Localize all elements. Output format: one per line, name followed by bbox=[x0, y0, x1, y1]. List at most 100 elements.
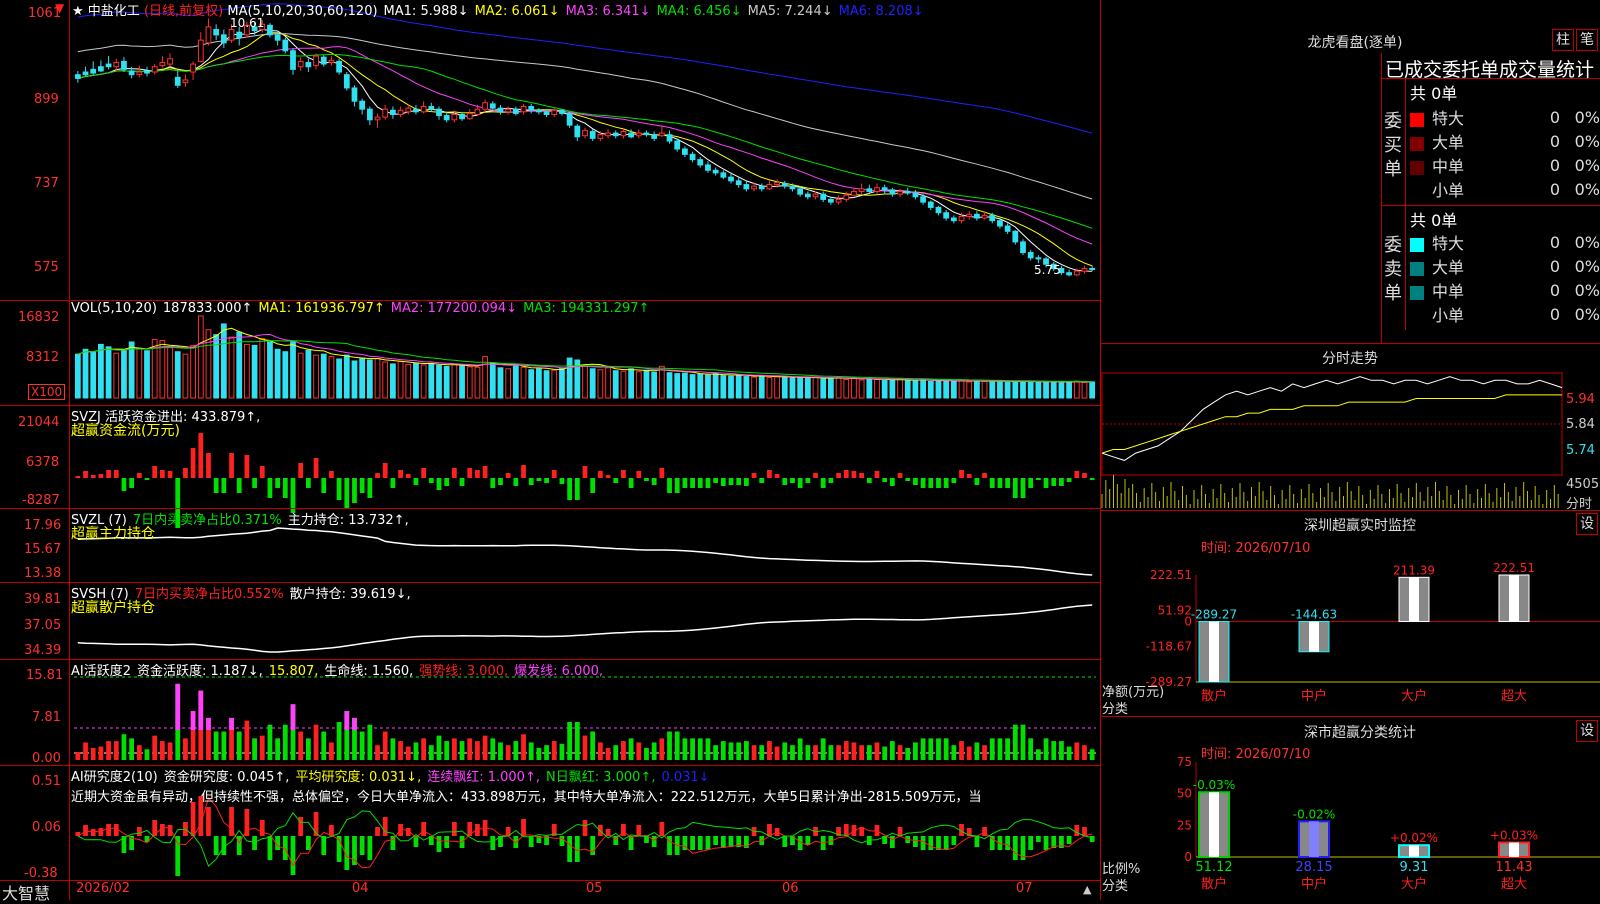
monitor-bar-highlight bbox=[1409, 577, 1419, 622]
volume-bar bbox=[1020, 381, 1026, 399]
monitor-axis-label: 222.51 bbox=[1150, 568, 1192, 582]
volume-bar bbox=[981, 380, 988, 399]
favorite-star-icon[interactable]: ★ bbox=[72, 4, 84, 19]
candle bbox=[482, 102, 488, 110]
activity-bar bbox=[459, 741, 465, 760]
volume-unit-badge[interactable]: X100 bbox=[28, 384, 66, 400]
column-view-button[interactable]: 柱 bbox=[1552, 29, 1574, 51]
lock-icon[interactable]: ▲ bbox=[1083, 883, 1091, 896]
volume-bar bbox=[628, 368, 634, 399]
stock-name[interactable]: 中盐化工 bbox=[88, 4, 140, 19]
fund-flow-bar bbox=[198, 433, 204, 478]
volume-bar bbox=[113, 352, 120, 399]
research-bar bbox=[582, 820, 588, 836]
fund-flow-bar bbox=[582, 466, 588, 478]
volume-bar bbox=[1081, 381, 1088, 399]
volume-bar bbox=[98, 343, 104, 399]
main-holding-line bbox=[77, 527, 1093, 576]
monitor-settings-button[interactable]: 设 bbox=[1576, 513, 1598, 535]
volume-bar bbox=[851, 377, 857, 399]
order-side-divider bbox=[1405, 78, 1406, 330]
chart-mode[interactable]: (日线,前复权) bbox=[144, 4, 223, 19]
candle bbox=[858, 188, 865, 192]
classify-settings-button[interactable]: 设 bbox=[1576, 720, 1598, 742]
candle bbox=[720, 172, 727, 178]
research-bar bbox=[382, 817, 388, 836]
volume-bar bbox=[1058, 382, 1065, 399]
candle bbox=[382, 108, 389, 118]
burst-bar bbox=[175, 683, 181, 730]
candle bbox=[528, 106, 535, 111]
volume-bar bbox=[789, 377, 796, 399]
sell-order-table: 特大 0 0% 大单 0 0% 中单 0 0% 小单 0 0% bbox=[1410, 230, 1600, 326]
monitor-title: 深圳超赢实时监控 bbox=[1304, 518, 1416, 534]
legend-item: 15.807, bbox=[268, 664, 319, 679]
order-count: 0 bbox=[1549, 155, 1560, 175]
fund-flow-bar bbox=[759, 478, 765, 483]
dragon-tiger-header: 龙虎看盘(逐单) bbox=[1307, 35, 1403, 51]
candle bbox=[236, 31, 243, 39]
research-bar bbox=[528, 836, 534, 847]
volume-bar bbox=[1035, 381, 1042, 399]
classify-change-label: +0.03% bbox=[1490, 829, 1538, 843]
activity-bar bbox=[720, 741, 726, 760]
candle bbox=[935, 206, 942, 214]
legend-item: MA5: 7.244↓ bbox=[747, 4, 833, 19]
volume-bar bbox=[174, 351, 181, 399]
activity-bar bbox=[897, 745, 903, 760]
activity-bar bbox=[997, 738, 1003, 760]
activity-bar bbox=[90, 747, 96, 760]
legend-item: 187833.000↑ bbox=[162, 301, 253, 316]
volume-bar bbox=[128, 341, 135, 399]
volume-bar bbox=[451, 363, 458, 399]
legend-item: N日飘红: 3.000↑, bbox=[545, 770, 656, 785]
color-swatch bbox=[1410, 185, 1424, 199]
fund-flow-bar bbox=[190, 448, 196, 478]
fund-flow-bar bbox=[590, 478, 596, 493]
activity-bar bbox=[398, 741, 403, 760]
volume-bar bbox=[328, 356, 335, 399]
candle bbox=[566, 112, 573, 126]
classify-change-label: -0.02% bbox=[1293, 807, 1335, 821]
candle bbox=[190, 63, 196, 73]
tick-view-button[interactable]: 笔 bbox=[1576, 29, 1598, 51]
monitor-xlabel: 分类 bbox=[1102, 702, 1129, 717]
order-count: 0 bbox=[1549, 179, 1560, 199]
legend-item: MA2: 177200.094↓ bbox=[390, 301, 518, 316]
order-count: 0 bbox=[1549, 280, 1560, 300]
volume-bar bbox=[244, 343, 250, 399]
fund-flow-bar bbox=[997, 478, 1003, 488]
volume-bar bbox=[582, 365, 588, 399]
research-bar bbox=[305, 836, 311, 850]
fund-flow-bar bbox=[951, 478, 957, 483]
candle bbox=[366, 108, 373, 121]
activity-bar bbox=[889, 741, 895, 760]
volume-bar bbox=[466, 366, 473, 399]
order-pct: 0% bbox=[1574, 131, 1600, 151]
volume-bar bbox=[858, 379, 865, 399]
fund-flow-bar bbox=[989, 478, 995, 488]
legend-item: 爆发线: 6.000, bbox=[514, 664, 604, 679]
candlestick-panel bbox=[74, 3, 1096, 277]
buy-order-table: 特大 0 0% 大单 0 0% 中单 0 0% 小单 0 0% bbox=[1410, 105, 1600, 201]
candle bbox=[950, 217, 957, 222]
activity-bar bbox=[1066, 746, 1072, 760]
activity-bar bbox=[836, 745, 841, 760]
research-bar bbox=[1043, 836, 1049, 850]
activity-bar bbox=[113, 741, 119, 760]
candle bbox=[543, 111, 550, 115]
candle bbox=[267, 24, 273, 36]
candle bbox=[390, 109, 396, 115]
fund-flow-bar bbox=[490, 478, 496, 488]
candle bbox=[851, 190, 857, 196]
svzl-panel bbox=[77, 527, 1093, 576]
activity-bar bbox=[275, 738, 281, 760]
order-count: 0 bbox=[1549, 107, 1560, 127]
activity-bar bbox=[966, 746, 972, 760]
fund-flow-bar bbox=[574, 478, 580, 500]
volume-bar bbox=[251, 344, 258, 399]
research-bar bbox=[267, 836, 273, 860]
volume-bar bbox=[1050, 380, 1057, 399]
fund-flow-bar bbox=[475, 470, 480, 478]
activity-bar bbox=[436, 735, 442, 760]
